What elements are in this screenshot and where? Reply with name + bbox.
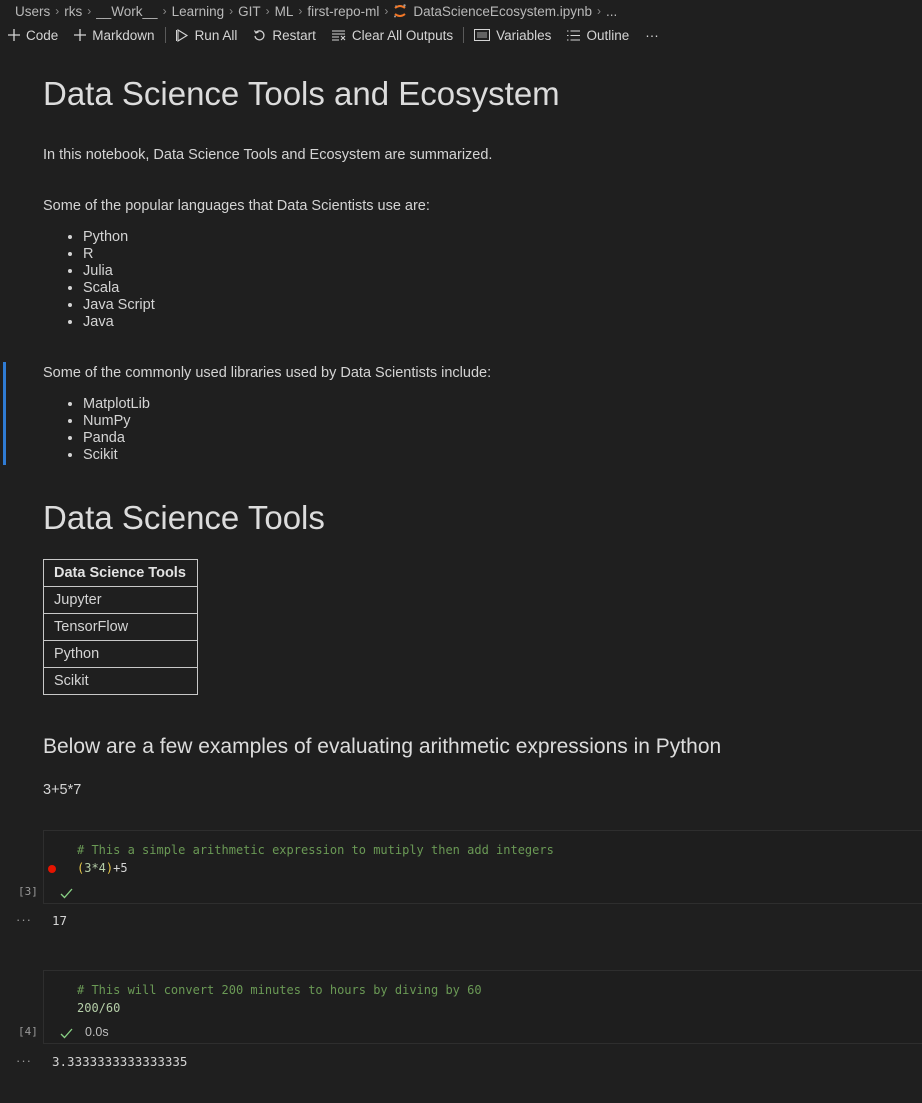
list-item: Panda [83,430,150,447]
add-code-label: Code [26,27,59,43]
clear-all-icon [331,30,346,41]
add-markdown-label: Markdown [92,27,155,43]
list-item: Julia [83,263,155,280]
list-item: Java [83,314,155,331]
table-header: Data Science Tools [43,559,198,587]
arithmetic-example-text: 3+5*7 [43,782,82,798]
notebook-title: Data Science Tools and Ecosystem [43,75,560,112]
code-expression: 3*4 [84,861,106,875]
ellipsis-icon: ··· [645,27,659,43]
code-comment[interactable]: # This will convert 200 minutes to hours… [77,983,482,997]
list-item: Scala [83,280,155,297]
list-item: NumPy [83,413,150,430]
outline-label: Outline [586,27,630,43]
run-all-icon [175,28,188,42]
breadcrumb-item-first-repo-ml[interactable]: first-repo-ml [307,4,379,19]
chevron-right-icon: › [298,4,303,18]
table-cell: Jupyter [43,586,198,614]
breadcrumb-item-work[interactable]: __Work__ [96,4,157,19]
table-header-row: Data Science Tools [43,559,198,587]
chevron-right-icon: › [229,4,234,18]
output-menu-icon[interactable]: ··· [16,912,32,927]
chevron-right-icon: › [162,4,167,18]
execution-count: [4] [18,1025,38,1038]
list-item: MatplotLib [83,396,150,413]
breadcrumb-file[interactable]: DataScienceEcosystem.ipynb [413,4,592,19]
code-line[interactable]: 200/60 [77,1001,120,1015]
languages-intro: Some of the popular languages that Data … [43,198,430,214]
check-icon [60,1026,73,1044]
code-cell-2[interactable] [43,970,922,1044]
code-cell-1[interactable] [43,830,922,904]
list-item: Java Script [83,297,155,314]
plus-icon [8,29,20,41]
output-menu-icon[interactable]: ··· [16,1053,32,1068]
add-code-cell-button[interactable]: Code [8,28,58,43]
list-item: Scikit [83,447,150,464]
chevron-right-icon: › [265,4,270,18]
breadcrumb-item-git[interactable]: GIT [238,4,261,19]
run-all-button[interactable]: Run All [175,27,238,43]
table-cell: Python [43,640,198,668]
arithmetic-heading: Below are a few examples of evaluating a… [43,735,722,758]
variables-button[interactable]: Variables [474,28,551,43]
outline-icon [567,29,581,41]
code-comment[interactable]: # This a simple arithmetic expression to… [77,843,554,857]
execution-count: [3] [18,885,38,898]
more-actions-button[interactable]: ··· [645,28,659,43]
restart-label: Restart [272,27,316,43]
chevron-right-icon: › [384,4,389,18]
breadcrumb-item-rks[interactable]: rks [64,4,82,19]
chevron-right-icon: › [596,4,601,18]
breadcrumb-item-ml[interactable]: ML [275,4,294,19]
chevron-right-icon: › [87,4,92,18]
check-icon [60,886,73,904]
breadcrumb-item-learning[interactable]: Learning [172,4,225,19]
run-all-label: Run All [194,27,238,43]
code-tail: +5 [113,861,128,875]
libraries-intro: Some of the commonly used libraries used… [43,365,492,381]
chevron-right-icon: › [55,4,60,18]
list-item: Python [83,229,155,246]
jupyter-icon [393,4,407,18]
restart-button[interactable]: Restart [253,28,316,43]
table-cell: Scikit [43,667,198,695]
cell-output: 17 [52,913,68,928]
libraries-list: MatplotLib NumPy Panda Scikit [43,396,150,464]
table-row: Jupyter [43,586,198,614]
clear-all-outputs-label: Clear All Outputs [351,27,454,43]
breadcrumb-item-users[interactable]: Users [15,4,50,19]
intro-text: In this notebook, Data Science Tools and… [43,147,493,163]
tools-table: Data Science Tools Jupyter TensorFlow Py… [43,559,198,695]
cell-output: 3.3333333333333335 [52,1054,188,1069]
breadcrumb: Users › rks › __Work__ › Learning › GIT › ML ›… [15,2,617,20]
active-cell-indicator [3,362,6,465]
toolbar-divider [463,27,465,43]
code-line[interactable]: (3*4)+5 [77,861,128,875]
variables-icon [474,29,491,41]
outline-button[interactable]: Outline [567,28,629,43]
clear-all-outputs-button[interactable]: Clear All Outputs [331,27,454,43]
plus-icon [74,29,87,41]
table-row: Python [43,640,198,668]
add-markdown-cell-button[interactable]: Markdown [74,27,155,43]
breadcrumb-more[interactable]: ... [606,4,617,19]
breakpoint-icon[interactable] [48,865,56,873]
table-row: TensorFlow [43,613,198,641]
languages-list: Python R Julia Scala Java Script Java [43,229,155,331]
restart-icon [254,29,265,40]
notebook-toolbar: Code Markdown Run All Restart Clear All … [8,24,675,46]
execution-duration: 0.0s [85,1025,109,1039]
toolbar-divider [164,27,166,43]
table-cell: TensorFlow [43,613,198,641]
list-item: R [83,246,155,263]
variables-label: Variables [496,27,552,43]
table-row: Scikit [43,667,198,695]
tools-heading: Data Science Tools [43,499,325,536]
